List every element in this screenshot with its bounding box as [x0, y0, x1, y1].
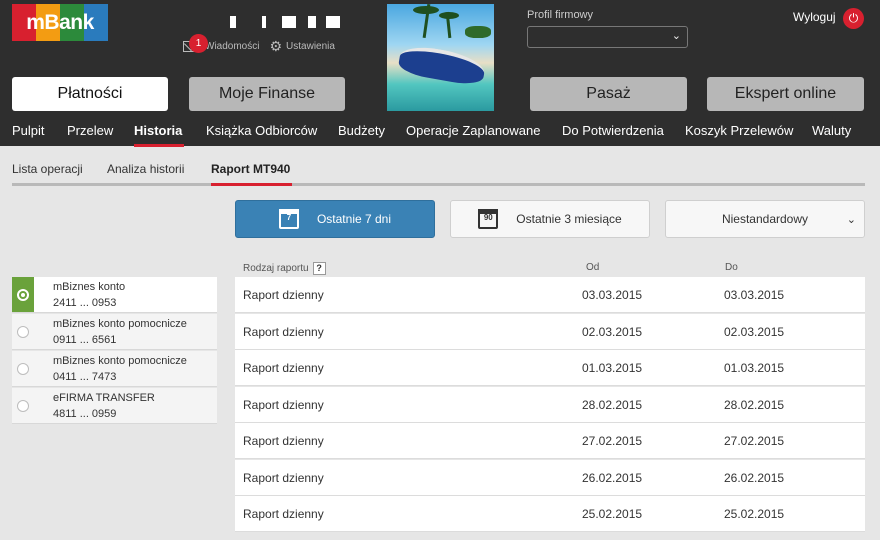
account-item[interactable]: mBiznes konto pomocnicze 0411 ... 7473 — [12, 351, 217, 387]
period-label: Ostatnie 7 dni — [316, 212, 392, 226]
period-label: Niestandardowy — [721, 212, 809, 226]
date-from-cell: 27.02.2015 — [582, 434, 643, 448]
account-radio[interactable] — [17, 400, 29, 412]
column-header-label: Rodzaj raportu — [243, 263, 309, 274]
promo-banner-image[interactable] — [387, 4, 494, 111]
account-item[interactable]: mBiznes konto pomocnicze 0911 ... 6561 — [12, 314, 217, 350]
column-header-to: Do — [725, 262, 738, 273]
redacted-username — [262, 16, 266, 28]
account-number: 4811 ... 0959 — [53, 408, 117, 420]
nav-item-budzety[interactable]: Budżety — [338, 123, 385, 138]
report-type-cell: Raport dzienny — [243, 434, 324, 448]
table-row[interactable]: Raport dzienny 27.02.2015 27.02.2015 — [235, 423, 865, 459]
account-number: 0411 ... 7473 — [53, 371, 117, 383]
logo-text: mBank — [26, 11, 94, 34]
account-item[interactable]: eFIRMA TRANSFER 4811 ... 0959 — [12, 388, 217, 424]
table-row[interactable]: Raport dzienny 26.02.2015 26.02.2015 — [235, 460, 865, 496]
subtab-divider — [12, 183, 865, 186]
account-name: eFIRMA TRANSFER — [53, 392, 155, 404]
gear-icon[interactable]: ⚙ — [269, 38, 282, 55]
redacted-username — [308, 16, 316, 28]
account-name: mBiznes konto pomocnicze — [53, 355, 187, 367]
date-from-cell: 28.02.2015 — [582, 398, 643, 412]
report-type-cell: Raport dzienny — [243, 288, 324, 302]
report-type-cell: Raport dzienny — [243, 325, 324, 339]
report-type-cell: Raport dzienny — [243, 471, 324, 485]
nav-item-koszyk-przelewow[interactable]: Koszyk Przelewów — [685, 123, 793, 138]
table-row[interactable]: Raport dzienny 28.02.2015 28.02.2015 — [235, 387, 865, 423]
date-to-cell: 01.03.2015 — [724, 361, 785, 375]
messages-count-badge: 1 — [189, 34, 208, 53]
logout-link[interactable]: Wyloguj — [793, 10, 836, 24]
period-custom-select[interactable]: Niestandardowy ⌄ — [665, 200, 865, 238]
nav-item-operacje-zaplanowane[interactable]: Operacje Zaplanowane — [406, 123, 540, 138]
date-to-cell: 28.02.2015 — [724, 398, 785, 412]
main-nav: Pulpit Przelew Historia Książka Odbiorcó… — [0, 120, 880, 146]
date-from-cell: 02.03.2015 — [582, 325, 643, 339]
calendar-icon: 90 — [478, 209, 499, 229]
date-to-cell: 27.02.2015 — [724, 434, 785, 448]
nav-item-ksiazka-odbiorcow[interactable]: Książka Odbiorców — [206, 123, 317, 138]
redacted-username — [230, 16, 236, 28]
messages-link[interactable]: Wiadomości — [205, 41, 259, 52]
subtab-active-indicator — [211, 183, 292, 186]
top-bar: mBank Wiadomości ⚙ Ustawienia 1 Profil f… — [0, 0, 880, 146]
date-to-cell: 26.02.2015 — [724, 471, 785, 485]
period-last-3-months-button[interactable]: 90 Ostatnie 3 miesiące — [450, 200, 650, 238]
table-row[interactable]: Raport dzienny 25.02.2015 25.02.2015 — [235, 496, 865, 532]
date-from-cell: 03.03.2015 — [582, 288, 643, 302]
account-radio[interactable] — [17, 326, 29, 338]
chevron-down-icon: ⌄ — [671, 30, 681, 42]
column-header-report-type: Rodzaj raportu? — [243, 262, 326, 275]
help-icon[interactable]: ? — [312, 262, 326, 275]
date-from-cell: 25.02.2015 — [582, 507, 643, 521]
tab-lista-operacji[interactable]: Lista operacji — [12, 162, 83, 176]
nav-active-indicator — [134, 144, 184, 147]
account-name: mBiznes konto — [53, 281, 126, 293]
date-to-cell: 25.02.2015 — [724, 507, 785, 521]
mbank-logo[interactable]: mBank — [12, 4, 108, 41]
date-from-cell: 26.02.2015 — [582, 471, 643, 485]
main-button-payments[interactable]: Płatności — [12, 77, 168, 111]
account-name: mBiznes konto pomocnicze — [53, 318, 187, 330]
report-type-cell: Raport dzienny — [243, 507, 324, 521]
profile-label: Profil firmowy — [527, 9, 594, 21]
tab-analiza-historii[interactable]: Analiza historii — [107, 162, 184, 176]
tab-raport-mt940[interactable]: Raport MT940 — [211, 162, 290, 176]
nav-item-do-potwierdzenia[interactable]: Do Potwierdzenia — [562, 123, 664, 138]
report-type-cell: Raport dzienny — [243, 398, 324, 412]
account-number: 2411 ... 0953 — [53, 297, 117, 309]
period-last-7-days-button[interactable]: 7 Ostatnie 7 dni — [235, 200, 435, 238]
main-button-pasaz[interactable]: Pasaż — [530, 77, 687, 111]
date-from-cell: 01.03.2015 — [582, 361, 643, 375]
column-header-from: Od — [586, 262, 600, 273]
account-number: 0911 ... 6561 — [53, 334, 117, 346]
date-to-cell: 03.03.2015 — [724, 288, 785, 302]
settings-link[interactable]: Ustawienia — [286, 41, 335, 52]
account-radio[interactable] — [17, 363, 29, 375]
main-button-my-finances[interactable]: Moje Finanse — [189, 77, 345, 111]
account-radio[interactable] — [17, 289, 29, 301]
nav-item-pulpit[interactable]: Pulpit — [12, 123, 45, 138]
chevron-down-icon: ⌄ — [846, 213, 856, 226]
calendar-icon: 7 — [278, 209, 299, 229]
table-row[interactable]: Raport dzienny 03.03.2015 03.03.2015 — [235, 277, 865, 313]
main-button-expert-online[interactable]: Ekspert online — [707, 77, 864, 111]
period-label: Ostatnie 3 miesiące — [516, 212, 622, 226]
redacted-username — [326, 16, 340, 28]
date-to-cell: 02.03.2015 — [724, 325, 785, 339]
table-row[interactable]: Raport dzienny 02.03.2015 02.03.2015 — [235, 314, 865, 350]
report-type-cell: Raport dzienny — [243, 361, 324, 375]
redacted-username — [282, 16, 296, 28]
nav-item-waluty[interactable]: Waluty — [812, 123, 851, 138]
power-icon[interactable]: ⏻ — [843, 8, 864, 29]
nav-item-przelew[interactable]: Przelew — [67, 123, 113, 138]
nav-item-historia[interactable]: Historia — [134, 123, 182, 138]
profile-select[interactable]: ⌄ — [527, 26, 688, 48]
account-item[interactable]: mBiznes konto 2411 ... 0953 — [12, 277, 217, 313]
boat-picture — [397, 42, 487, 88]
table-row[interactable]: Raport dzienny 01.03.2015 01.03.2015 — [235, 350, 865, 386]
